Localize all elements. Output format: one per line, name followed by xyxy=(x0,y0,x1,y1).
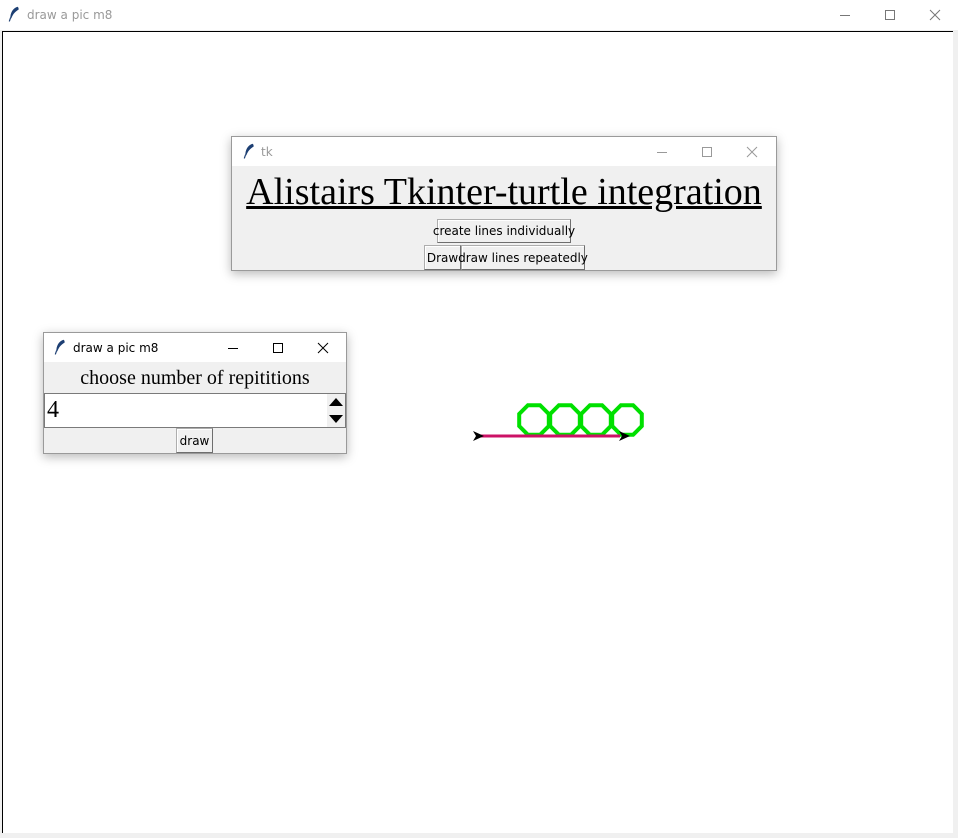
spin-up-button[interactable] xyxy=(327,394,345,411)
octagon-ring xyxy=(579,403,613,437)
rings-group xyxy=(517,403,644,437)
minimize-button[interactable] xyxy=(822,0,867,30)
tk-maximize-button[interactable] xyxy=(684,137,729,166)
repetitions-prompt-label: choose number of repititions xyxy=(80,367,310,389)
minimize-icon xyxy=(839,15,850,16)
feather-icon xyxy=(8,6,19,22)
arrow-down-icon xyxy=(329,414,343,423)
repetitions-window-title: draw a pic m8 xyxy=(73,340,159,355)
minimize-icon xyxy=(656,151,667,153)
close-icon xyxy=(317,342,328,353)
feather-icon xyxy=(243,143,254,159)
maximize-icon xyxy=(272,342,283,353)
octagon-ring xyxy=(610,403,644,437)
spin-down-button[interactable] xyxy=(327,411,345,428)
maximize-button[interactable] xyxy=(867,0,912,30)
repetitions-spinbox-input[interactable] xyxy=(44,393,346,428)
maximize-icon xyxy=(701,146,712,157)
main-titlebar[interactable]: draw a pic m8 xyxy=(0,0,958,30)
octagon-ring xyxy=(548,403,582,437)
reps-maximize-button[interactable] xyxy=(255,333,300,362)
repetitions-window-titlebar[interactable]: draw a pic m8 xyxy=(44,333,346,362)
tk-close-button[interactable] xyxy=(729,137,774,166)
tk-window[interactable]: tk Alistairs Tkinter-turtle integration … xyxy=(231,136,777,271)
turtle-start-arrow-icon xyxy=(473,431,484,441)
minimize-icon xyxy=(227,347,238,349)
arrow-up-icon xyxy=(329,398,343,407)
maximize-icon xyxy=(884,10,895,20)
main-window-title: draw a pic m8 xyxy=(27,8,113,22)
tk-window-title: tk xyxy=(261,144,273,159)
draw-lines-repeatedly-button[interactable]: draw lines repeatedly xyxy=(458,245,588,270)
repetitions-window[interactable]: draw a pic m8 choose number of repititio… xyxy=(43,332,347,454)
tk-minimize-button[interactable] xyxy=(639,137,684,166)
repetitions-spinbox-arrows xyxy=(327,394,345,427)
close-button[interactable] xyxy=(912,0,957,30)
close-icon xyxy=(929,9,940,21)
reps-close-button[interactable] xyxy=(300,333,345,362)
feather-icon xyxy=(54,339,65,355)
reps-minimize-button[interactable] xyxy=(210,333,255,362)
octagon-ring xyxy=(517,403,551,437)
create-lines-individually-button[interactable]: create lines individually xyxy=(433,219,575,243)
draw-button[interactable]: Draw xyxy=(424,245,461,270)
close-icon xyxy=(746,146,757,157)
repetitions-draw-button[interactable]: draw xyxy=(176,428,213,453)
tk-window-titlebar[interactable]: tk xyxy=(232,137,776,166)
page-title: Alistairs Tkinter-turtle integration xyxy=(246,171,762,213)
